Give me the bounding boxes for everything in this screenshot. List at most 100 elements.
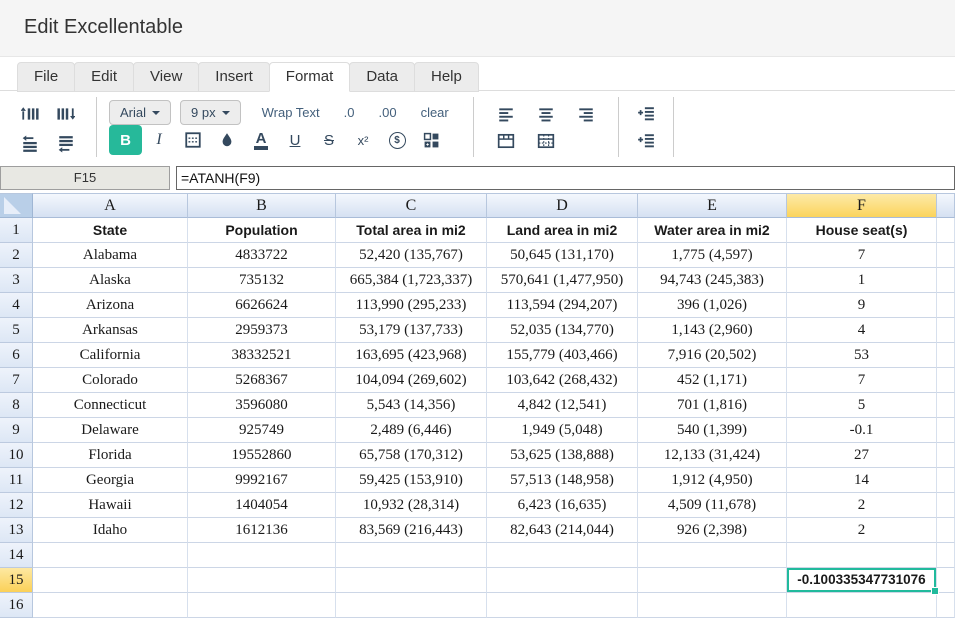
cell-A1[interactable]: State xyxy=(33,218,188,243)
cell-G8[interactable] xyxy=(937,393,955,418)
cell-G1[interactable] xyxy=(937,218,955,243)
cell-B1[interactable]: Population xyxy=(188,218,336,243)
column-header-D[interactable]: D xyxy=(487,193,638,218)
cell-G6[interactable] xyxy=(937,343,955,368)
cell-E1[interactable]: Water area in mi2 xyxy=(638,218,787,243)
column-header-G[interactable] xyxy=(937,193,955,218)
cell-F5[interactable]: 4 xyxy=(787,318,937,343)
row-header-15[interactable]: 15 xyxy=(0,568,33,593)
cell-F14[interactable] xyxy=(787,543,937,568)
cell-E7[interactable]: 452 (1,171) xyxy=(638,368,787,393)
cell-C13[interactable]: 83,569 (216,443) xyxy=(336,518,487,543)
cell-D2[interactable]: 50,645 (131,170) xyxy=(487,243,638,268)
font-color-button[interactable]: A xyxy=(244,126,278,154)
cell-C16[interactable] xyxy=(336,593,487,618)
tab-view[interactable]: View xyxy=(133,62,200,92)
tab-file[interactable]: File xyxy=(17,62,76,92)
cell-F6[interactable]: 53 xyxy=(787,343,937,368)
cell-A6[interactable]: California xyxy=(33,343,188,368)
cell-C15[interactable] xyxy=(336,568,487,593)
cell-E4[interactable]: 396 (1,026) xyxy=(638,293,787,318)
cell-E13[interactable]: 926 (2,398) xyxy=(638,518,787,543)
cell-D11[interactable]: 57,513 (148,958) xyxy=(487,468,638,493)
cell-D5[interactable]: 52,035 (134,770) xyxy=(487,318,638,343)
row-header-11[interactable]: 11 xyxy=(0,468,33,493)
cell-C14[interactable] xyxy=(336,543,487,568)
table-grid-icon[interactable] xyxy=(526,128,566,154)
cell-C9[interactable]: 2,489 (6,446) xyxy=(336,418,487,443)
cell-B13[interactable]: 1612136 xyxy=(188,518,336,543)
cell-F2[interactable]: 7 xyxy=(787,243,937,268)
cell-D1[interactable]: Land area in mi2 xyxy=(487,218,638,243)
tab-data[interactable]: Data xyxy=(349,62,415,92)
tab-format[interactable]: Format xyxy=(268,62,351,92)
cell-A14[interactable] xyxy=(33,543,188,568)
cell-D10[interactable]: 53,625 (138,888) xyxy=(487,443,638,468)
align-left-icon[interactable] xyxy=(486,101,526,127)
increase-decimal-button[interactable]: .00 xyxy=(378,105,396,120)
cell-B10[interactable]: 19552860 xyxy=(188,443,336,468)
row-header-16[interactable]: 16 xyxy=(0,593,33,618)
cell-D12[interactable]: 6,423 (16,635) xyxy=(487,493,638,518)
cell-E10[interactable]: 12,133 (31,424) xyxy=(638,443,787,468)
wrap-text-button[interactable]: Wrap Text xyxy=(262,105,320,120)
column-header-F[interactable]: F xyxy=(787,193,937,218)
cell-F16[interactable] xyxy=(787,593,937,618)
cell-E12[interactable]: 4,509 (11,678) xyxy=(638,493,787,518)
cell-F4[interactable]: 9 xyxy=(787,293,937,318)
cell-E3[interactable]: 94,743 (245,383) xyxy=(638,268,787,293)
tab-edit[interactable]: Edit xyxy=(74,62,135,92)
tab-help[interactable]: Help xyxy=(414,62,479,92)
cell-D6[interactable]: 155,779 (403,466) xyxy=(487,343,638,368)
cell-G13[interactable] xyxy=(937,518,955,543)
currency-button[interactable]: $ xyxy=(380,126,414,154)
cell-D14[interactable] xyxy=(487,543,638,568)
cell-B7[interactable]: 5268367 xyxy=(188,368,336,393)
cell-E11[interactable]: 1,912 (4,950) xyxy=(638,468,787,493)
cell-B3[interactable]: 735132 xyxy=(188,268,336,293)
cell-G7[interactable] xyxy=(937,368,955,393)
cell-A15[interactable] xyxy=(33,568,188,593)
cell-D15[interactable] xyxy=(487,568,638,593)
cell-G9[interactable] xyxy=(937,418,955,443)
cell-G3[interactable] xyxy=(937,268,955,293)
cell-F13[interactable]: 2 xyxy=(787,518,937,543)
cell-G16[interactable] xyxy=(937,593,955,618)
row-header-2[interactable]: 2 xyxy=(0,243,33,268)
cell-C2[interactable]: 52,420 (135,767) xyxy=(336,243,487,268)
row-header-4[interactable]: 4 xyxy=(0,293,33,318)
formula-input[interactable]: =ATANH(F9) xyxy=(176,166,955,190)
cell-B16[interactable] xyxy=(188,593,336,618)
cell-B9[interactable]: 925749 xyxy=(188,418,336,443)
insert-above-icon[interactable] xyxy=(631,101,661,127)
cell-reference-box[interactable]: F15 xyxy=(0,166,170,190)
cell-C3[interactable]: 665,384 (1,723,337) xyxy=(336,268,487,293)
font-family-dropdown[interactable]: Arial xyxy=(109,100,172,125)
table-border-icon[interactable] xyxy=(486,128,526,154)
cell-A4[interactable]: Arizona xyxy=(33,293,188,318)
row-header-12[interactable]: 12 xyxy=(0,493,33,518)
cell-A9[interactable]: Delaware xyxy=(33,418,188,443)
cell-E6[interactable]: 7,916 (20,502) xyxy=(638,343,787,368)
cell-C10[interactable]: 65,758 (170,312) xyxy=(336,443,487,468)
cell-B8[interactable]: 3596080 xyxy=(188,393,336,418)
merge-cells-icon[interactable] xyxy=(414,127,448,153)
cell-D16[interactable] xyxy=(487,593,638,618)
italic-button[interactable]: I xyxy=(142,126,176,154)
cell-F3[interactable]: 1 xyxy=(787,268,937,293)
cell-E14[interactable] xyxy=(638,543,787,568)
cell-E15[interactable] xyxy=(638,568,787,593)
insert-column-left-icon[interactable] xyxy=(15,101,45,127)
font-size-dropdown[interactable]: 9 px xyxy=(180,100,241,125)
cell-C7[interactable]: 104,094 (269,602) xyxy=(336,368,487,393)
cell-G5[interactable] xyxy=(937,318,955,343)
cell-B15[interactable] xyxy=(188,568,336,593)
cell-F11[interactable]: 14 xyxy=(787,468,937,493)
insert-below-icon[interactable] xyxy=(631,128,661,154)
cell-B4[interactable]: 6626624 xyxy=(188,293,336,318)
cell-B6[interactable]: 38332521 xyxy=(188,343,336,368)
row-header-5[interactable]: 5 xyxy=(0,318,33,343)
cell-B2[interactable]: 4833722 xyxy=(188,243,336,268)
cell-B12[interactable]: 1404054 xyxy=(188,493,336,518)
borders-icon[interactable] xyxy=(176,127,210,153)
